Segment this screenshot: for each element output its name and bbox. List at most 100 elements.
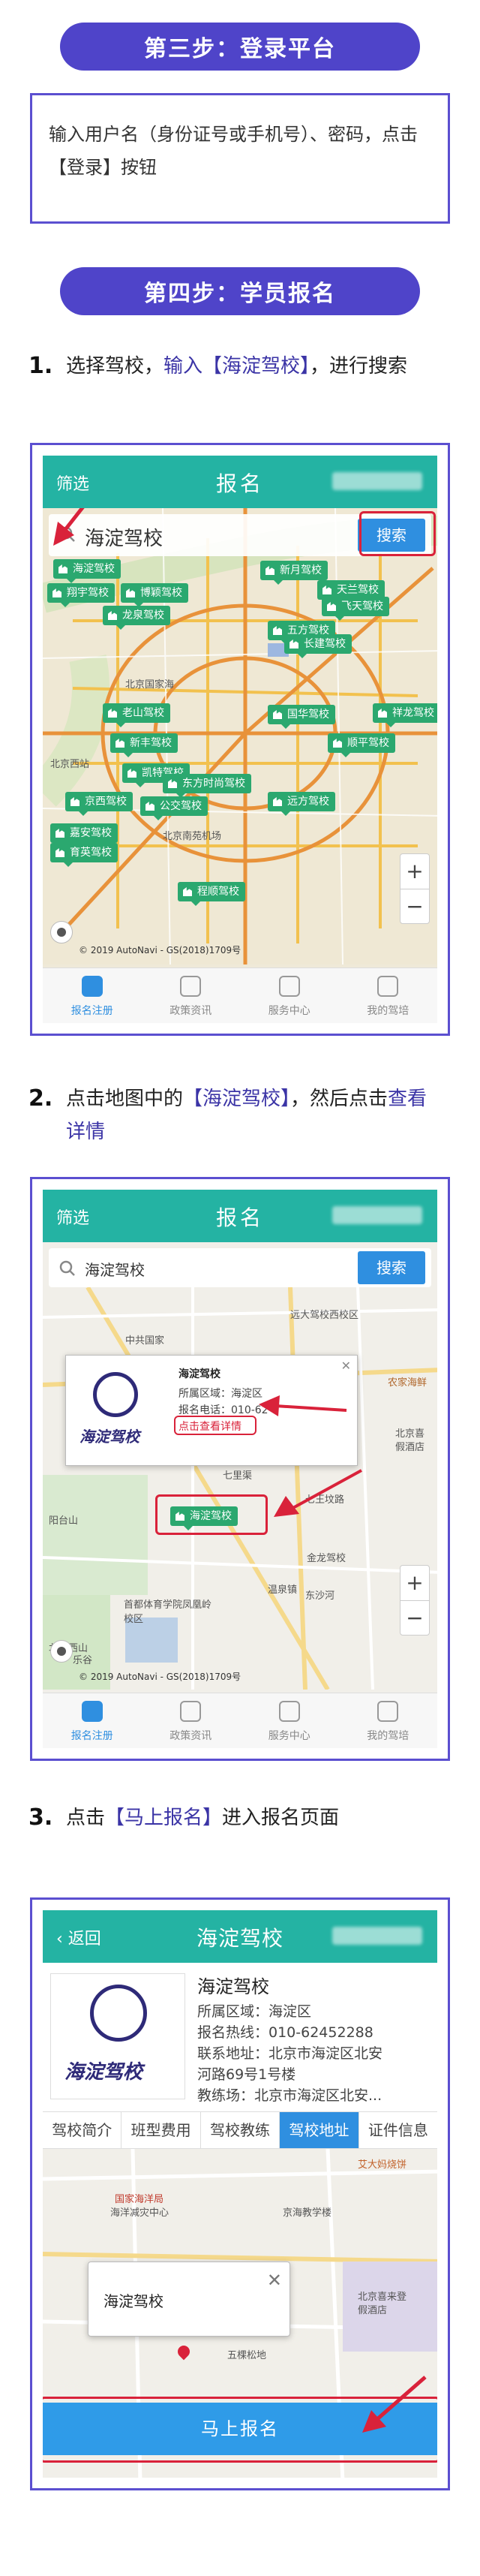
- user-icon: [377, 1701, 399, 1722]
- map-pin[interactable]: 龙泉驾校: [103, 606, 170, 630]
- map-label: 东沙河: [305, 1590, 335, 1602]
- map-pin[interactable]: 远方驾校: [268, 792, 335, 816]
- map-label: 金龙驾校: [307, 1553, 346, 1564]
- school-logo-text: 海淀驾校: [64, 2061, 143, 2084]
- step4-title: 第四步：学员报名: [144, 281, 336, 307]
- zoom-in-button[interactable]: +: [400, 854, 429, 889]
- map-pin[interactable]: 京西驾校: [65, 792, 133, 816]
- tab-coaches[interactable]: 驾校教练: [201, 2112, 280, 2148]
- map-pin[interactable]: 嘉安驾校: [50, 823, 118, 847]
- map-pin[interactable]: 公交驾校: [140, 796, 208, 820]
- map-pin[interactable]: 博颖驾校: [121, 583, 188, 607]
- screenshot2-frame: 筛选 报名 海淀驾校 搜索 远大驾校西校区 中共国家 农家海鲜 北京喜 假酒店 …: [30, 1177, 450, 1761]
- map-label: 北京西站: [50, 759, 90, 770]
- map-pin[interactable]: 新月驾校: [260, 561, 328, 585]
- address-map[interactable]: 艾大妈烧饼 国家海洋局 海洋减灾中心 京海教学楼 北京喜来登 假酒店 五棵松地 …: [43, 2149, 437, 2478]
- nav-profile[interactable]: 我的驾培: [339, 1693, 438, 1748]
- map-pin[interactable]: 育英驾校: [50, 843, 118, 867]
- screenshot3-frame: ‹ 返回 海淀驾校 海淀驾校 海淀驾校 所属区域：海淀区 报名热线：010-62…: [30, 1897, 450, 2490]
- substep2-pre: 点击地图中的: [66, 1088, 184, 1110]
- nav-news[interactable]: 政策资讯: [142, 1693, 241, 1748]
- tab-fees[interactable]: 班型费用: [122, 2112, 201, 2148]
- screenshot1-frame: 筛选 报名 海淀驾校 搜索 海淀驾校 翔宇驾校 博颖驾校 龙泉驾校 老山驾校 新…: [30, 443, 450, 1036]
- red-arrow-icon: [53, 508, 85, 546]
- map-label: 北京国家海: [125, 679, 175, 691]
- signup-icon: [81, 1701, 103, 1722]
- map-label: 五棵松地: [227, 2350, 267, 2361]
- nav-news[interactable]: 政策资讯: [142, 968, 241, 1023]
- nav-label: 我的驾培: [367, 1005, 410, 1017]
- nav-signup[interactable]: 报名注册: [43, 968, 142, 1023]
- map-pin[interactable]: 长建驾校: [284, 634, 352, 658]
- search-button[interactable]: 搜索: [358, 1251, 425, 1284]
- zoom-control: + −: [400, 1565, 430, 1636]
- red-arrow-icon: [274, 1469, 362, 1517]
- school-popup[interactable]: 海淀驾校 ✕: [88, 2262, 290, 2337]
- red-arrow-icon: [362, 2376, 427, 2433]
- tab-address[interactable]: 驾校地址: [280, 2112, 359, 2148]
- map-pin[interactable]: 祥龙驾校: [373, 703, 437, 727]
- blurred-area: [332, 1206, 422, 1224]
- bottom-nav: 报名注册 政策资讯 服务中心 我的驾培: [43, 1693, 437, 1748]
- substep2-mid: ，然后点击: [290, 1088, 388, 1110]
- signup-icon: [81, 976, 103, 997]
- map-pin[interactable]: 翔宇驾校: [47, 583, 115, 607]
- zoom-control: + −: [400, 853, 430, 924]
- map-pin[interactable]: 飞天驾校: [322, 597, 389, 621]
- substep2-highlight1: 【海淀驾校】: [183, 1088, 291, 1110]
- nav-profile[interactable]: 我的驾培: [339, 968, 438, 1023]
- school-hotline: 报名热线：010-62452288: [197, 2024, 374, 2041]
- tab-license[interactable]: 证件信息: [359, 2112, 437, 2148]
- map-label: 阳台山: [49, 1515, 79, 1527]
- map-label: 中共国家: [125, 1335, 165, 1347]
- map-pin[interactable]: 国华驾校: [268, 705, 335, 729]
- map-view[interactable]: 海淀驾校 搜索 远大驾校西校区 中共国家 农家海鲜 北京喜 假酒店 七里渠 七王…: [43, 1242, 437, 1693]
- nav-label: 我的驾培: [367, 1730, 410, 1742]
- nav-label: 报名注册: [70, 1730, 113, 1742]
- close-icon[interactable]: ✕: [341, 1359, 351, 1373]
- map-label: 假酒店: [395, 1442, 425, 1453]
- substep3-pre: 点击: [66, 1807, 106, 1829]
- step4-banner: 第四步：学员报名: [60, 267, 420, 315]
- map-pin[interactable]: 海淀驾校: [53, 559, 121, 583]
- app-header: 筛选 报名: [43, 456, 437, 508]
- zoom-out-button[interactable]: −: [400, 889, 429, 923]
- screenshot1-phone: 筛选 报名 海淀驾校 搜索 海淀驾校 翔宇驾校 博颖驾校 龙泉驾校 老山驾校 新…: [43, 456, 437, 1023]
- nav-label: 政策资讯: [170, 1005, 212, 1017]
- nav-service[interactable]: 服务中心: [240, 1693, 339, 1748]
- nav-label: 服务中心: [268, 1730, 310, 1742]
- tab-intro[interactable]: 驾校简介: [43, 2112, 122, 2148]
- map-pin[interactable]: 老山驾校: [103, 703, 170, 727]
- headset-icon: [278, 1701, 300, 1722]
- map-roads: [43, 1242, 437, 1690]
- locate-icon[interactable]: [50, 921, 73, 943]
- map-pin[interactable]: 程顺驾校: [178, 882, 245, 906]
- substep3-text: 点击【马上报名】进入报名页面: [66, 1801, 441, 1834]
- map-pin[interactable]: 顺平驾校: [328, 733, 395, 757]
- close-icon[interactable]: ✕: [267, 2270, 282, 2291]
- map-pin[interactable]: 东方时尚驾校: [163, 774, 251, 798]
- map-label: 七里渠: [223, 1470, 253, 1482]
- map-label: 首都体育学院凤凰岭校区: [124, 1599, 212, 1625]
- substep3-highlight: 【马上报名】: [105, 1807, 223, 1829]
- school-logo-text: 海淀驾校: [80, 1428, 140, 1446]
- bottom-nav: 报名注册 政策资讯 服务中心 我的驾培: [43, 968, 437, 1023]
- school-logo-icon: [93, 1372, 138, 1417]
- detail-tabs: 驾校简介 班型费用 驾校教练 驾校地址 证件信息: [43, 2111, 437, 2149]
- zoom-out-button[interactable]: −: [400, 1600, 429, 1635]
- nav-service[interactable]: 服务中心: [240, 968, 339, 1023]
- locate-icon[interactable]: [50, 1640, 73, 1663]
- map-label: 北京南苑机场: [163, 831, 222, 842]
- step3-instruction: 输入用户名（身份证号或手机号）、密码，点击【登录】按钮: [49, 124, 418, 178]
- red-arrow-icon: [259, 1395, 347, 1416]
- search-input[interactable]: 海淀驾校: [85, 1258, 145, 1280]
- app-header: ‹ 返回 海淀驾校: [43, 1910, 437, 1963]
- map-pin[interactable]: 新丰驾校: [110, 733, 178, 757]
- zoom-in-button[interactable]: +: [400, 1566, 429, 1600]
- map-label: 乐谷: [73, 1655, 93, 1666]
- nav-label: 报名注册: [70, 1005, 113, 1017]
- map-label: 温泉镇: [268, 1584, 298, 1596]
- nav-signup[interactable]: 报名注册: [43, 1693, 142, 1748]
- map-copyright: © 2019 AutoNavi - GS(2018)1709号: [79, 1672, 242, 1682]
- map-view[interactable]: 海淀驾校 搜索 海淀驾校 翔宇驾校 博颖驾校 龙泉驾校 老山驾校 新丰驾校 凯特…: [43, 508, 437, 968]
